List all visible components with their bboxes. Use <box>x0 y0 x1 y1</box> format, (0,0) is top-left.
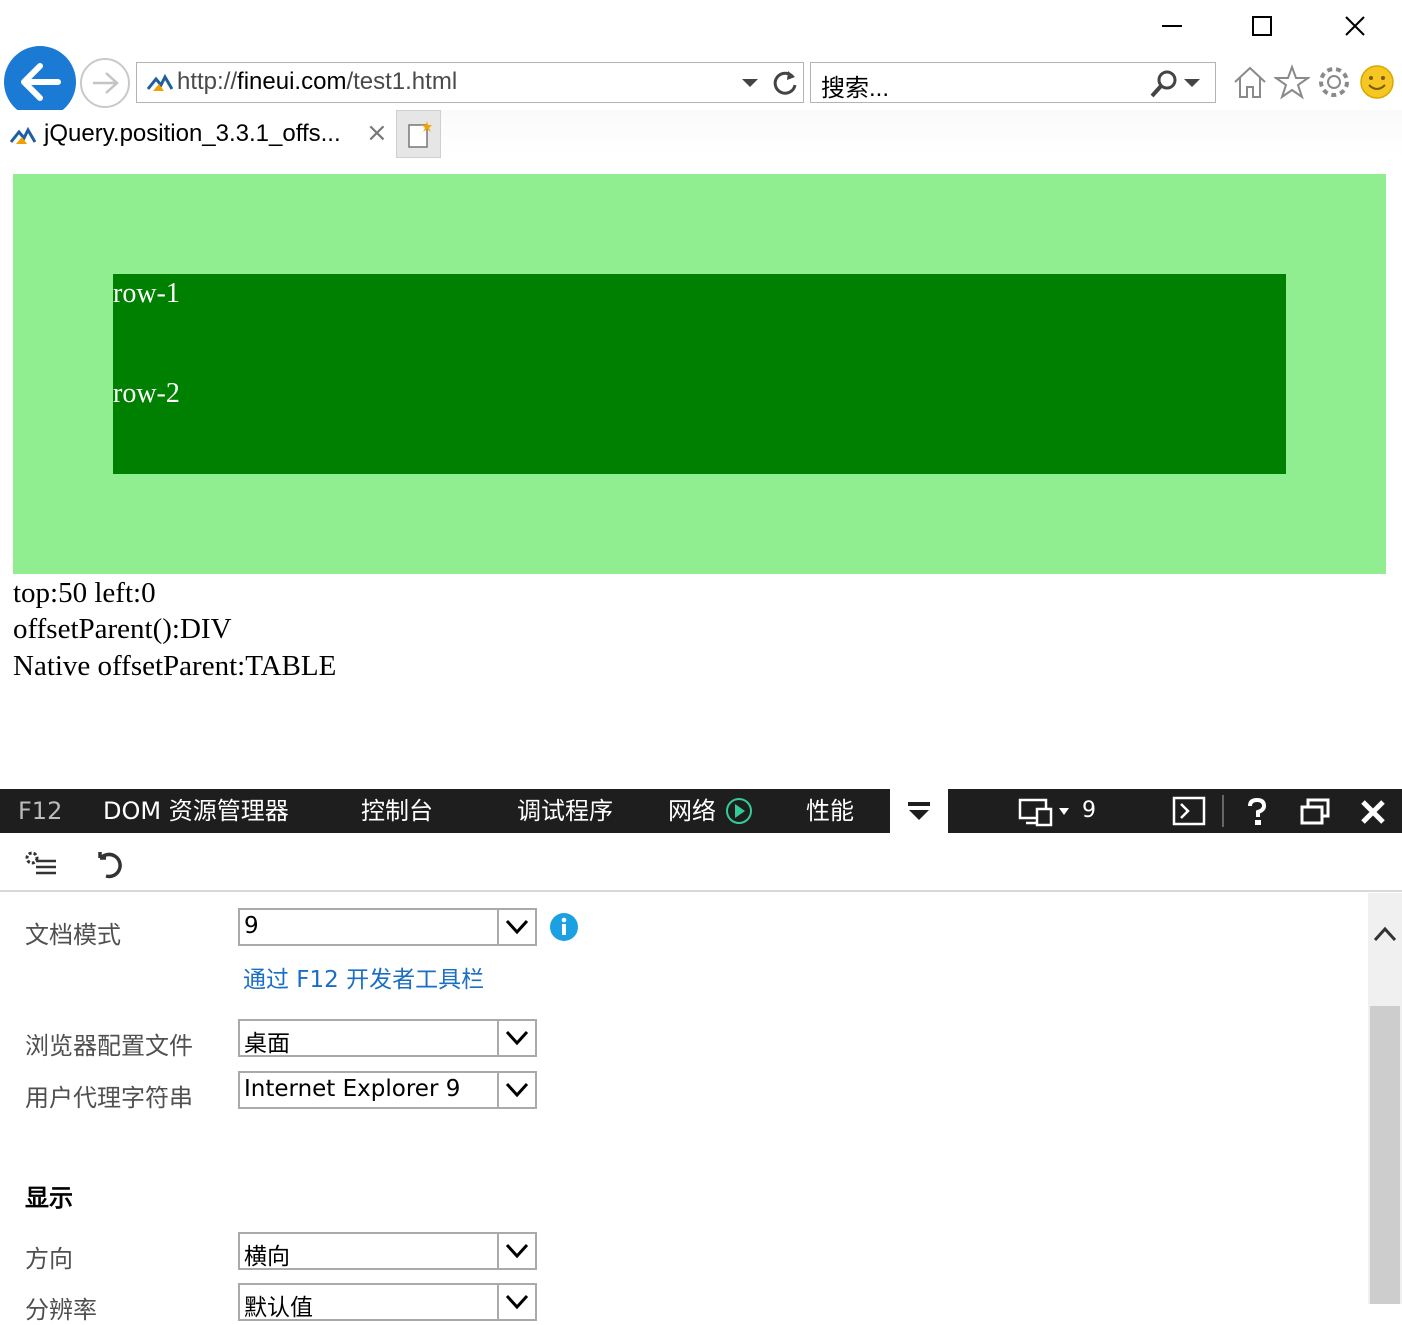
orientation-value: 横向 <box>244 1244 290 1270</box>
help-icon[interactable] <box>1244 797 1270 827</box>
console-icon[interactable] <box>1172 796 1206 826</box>
resolution-select[interactable]: 默认值 <box>238 1283 537 1321</box>
tab-emulation[interactable] <box>890 789 948 833</box>
minimize-icon <box>1162 25 1182 27</box>
site-favicon-icon <box>147 73 173 91</box>
scrollbar-thumb[interactable] <box>1370 1006 1400 1304</box>
table-row: row-1 <box>113 278 180 309</box>
orientation-select[interactable]: 横向 <box>238 1232 537 1270</box>
resolution-label: 分辨率 <box>25 1296 97 1324</box>
offset-parent-output: offsetParent():DIV <box>13 613 232 645</box>
back-button[interactable] <box>4 46 76 118</box>
chevron-down-icon[interactable] <box>741 77 759 89</box>
devtools-f12-label: F12 <box>18 797 63 825</box>
play-icon[interactable] <box>725 797 753 825</box>
close-devtools-icon[interactable] <box>1360 799 1386 825</box>
search-icon[interactable] <box>1149 69 1179 99</box>
smiley-feedback-icon[interactable] <box>1359 64 1395 100</box>
chevron-up-icon[interactable] <box>1373 925 1397 943</box>
browser-profile-label: 浏览器配置文件 <box>25 1032 193 1060</box>
close-window-button[interactable] <box>1310 0 1400 52</box>
search-input[interactable]: 搜索... <box>821 68 889 103</box>
tab-debugger[interactable]: 调试程序 <box>517 789 613 833</box>
orientation-label: 方向 <box>25 1245 73 1273</box>
document-mode-label: 文档模式 <box>25 921 121 949</box>
dropdown-arrow[interactable] <box>497 1234 535 1268</box>
table-row: row-2 <box>113 378 180 409</box>
dropdown-arrow[interactable] <box>497 1073 535 1107</box>
gear-icon[interactable] <box>1316 64 1352 100</box>
inner-table <box>113 274 1286 474</box>
tab-performance[interactable]: 性能 <box>806 789 854 833</box>
chevron-down-icon[interactable] <box>1183 77 1201 89</box>
document-mode-value: 9 <box>244 913 259 939</box>
new-tab-icon <box>408 121 432 148</box>
position-output: top:50 left:0 <box>13 577 156 609</box>
f12-toolbar-link[interactable]: 通过 F12 开发者工具栏 <box>243 960 484 994</box>
info-icon[interactable] <box>549 912 579 942</box>
minimize-button[interactable] <box>1127 0 1217 52</box>
forward-button[interactable] <box>80 58 130 108</box>
dropdown-arrow[interactable] <box>497 1285 535 1319</box>
emulation-dropdown-icon <box>908 802 930 820</box>
address-bar[interactable]: http://fineui.com/test1.html <box>136 62 804 103</box>
settings-list-icon[interactable] <box>22 848 58 878</box>
maximize-icon <box>1252 16 1272 36</box>
back-arrow-icon <box>21 63 61 101</box>
address-text: http://fineui.com/test1.html <box>177 68 458 95</box>
dropdown-arrow[interactable] <box>497 910 535 944</box>
chevron-down-icon[interactable] <box>1058 807 1070 817</box>
search-box[interactable]: 搜索... <box>810 62 1216 103</box>
undock-icon[interactable] <box>1300 798 1330 826</box>
chevron-down-icon <box>505 1243 529 1259</box>
tab-dom-explorer[interactable]: DOM 资源管理器 <box>103 789 289 833</box>
tab-title: jQuery.position_3.3.1_offs... <box>44 120 341 147</box>
browser-profile-select[interactable]: 桌面 <box>238 1019 537 1057</box>
resolution-value: 默认值 <box>244 1295 313 1321</box>
tab-console[interactable]: 控制台 <box>361 789 433 833</box>
chevron-down-icon <box>505 1082 529 1098</box>
user-agent-select[interactable]: Internet Explorer 9 <box>238 1071 537 1109</box>
document-mode-indicator: 9 <box>1082 798 1096 823</box>
new-tab-button[interactable] <box>396 110 441 158</box>
chevron-down-icon <box>505 919 529 935</box>
chevron-down-icon <box>505 1294 529 1310</box>
window-titlebar <box>0 0 1402 52</box>
tab-network[interactable]: 网络 <box>668 789 716 833</box>
dropdown-arrow[interactable] <box>497 1021 535 1055</box>
user-agent-label: 用户代理字符串 <box>25 1084 193 1112</box>
tab-active[interactable]: jQuery.position_3.3.1_offs... × <box>0 110 396 158</box>
devtools-tabbar: F12 DOM 资源管理器 控制台 调试程序 网络 性能 9 <box>0 789 1402 833</box>
chevron-down-icon <box>505 1030 529 1046</box>
display-section-heading: 显示 <box>25 1184 73 1212</box>
native-offset-parent-output: Native offsetParent:TABLE <box>13 650 337 682</box>
reset-undo-icon[interactable] <box>92 848 124 880</box>
user-agent-value: Internet Explorer 9 <box>244 1076 461 1102</box>
device-icon[interactable] <box>1018 797 1056 827</box>
tab-close-button[interactable]: × <box>366 118 388 148</box>
devtools-subtoolbar <box>0 834 1402 892</box>
forward-arrow-icon <box>93 72 119 94</box>
home-icon[interactable] <box>1232 64 1268 100</box>
site-favicon-icon <box>10 126 36 144</box>
refresh-icon[interactable] <box>771 69 799 97</box>
browser-profile-value: 桌面 <box>244 1031 290 1057</box>
maximize-button[interactable] <box>1217 0 1307 52</box>
document-mode-select[interactable]: 9 <box>238 908 537 946</box>
close-icon <box>1345 16 1365 36</box>
divider <box>1222 795 1224 827</box>
favorites-star-icon[interactable] <box>1274 64 1310 100</box>
